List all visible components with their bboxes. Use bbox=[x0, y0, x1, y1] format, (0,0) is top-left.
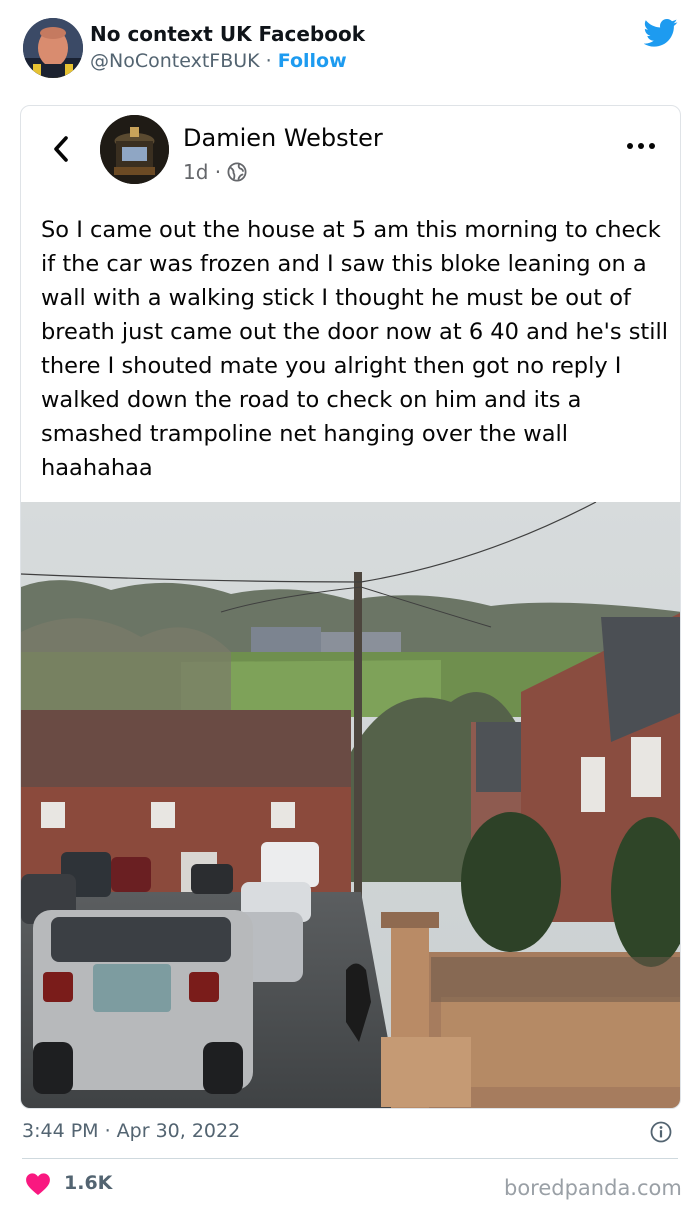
info-icon[interactable] bbox=[650, 1121, 672, 1143]
author-handle[interactable]: @NoContextFBUK bbox=[90, 50, 260, 72]
tweet-card: No context UK Facebook @NoContextFBUK · … bbox=[0, 0, 700, 1211]
follow-button[interactable]: Follow bbox=[278, 50, 347, 72]
separator: · bbox=[265, 50, 272, 72]
fb-author-avatar[interactable] bbox=[100, 115, 169, 184]
heart-icon[interactable] bbox=[25, 1172, 51, 1196]
author-avatar[interactable] bbox=[23, 18, 83, 78]
embedded-facebook-post[interactable]: Damien Webster 1d · So I came out the ho… bbox=[20, 105, 681, 1109]
twitter-bird-icon[interactable] bbox=[644, 18, 678, 48]
more-options-icon[interactable] bbox=[621, 136, 661, 156]
fb-post-text: So I came out the house at 5 am this mor… bbox=[41, 217, 669, 481]
author-name[interactable]: No context UK Facebook bbox=[90, 22, 365, 46]
fb-author-name[interactable]: Damien Webster bbox=[183, 124, 383, 152]
fb-post-photo[interactable] bbox=[21, 502, 681, 1109]
fb-post-meta: 1d · bbox=[183, 160, 247, 184]
tweet-timestamp[interactable]: 3:44 PM · Apr 30, 2022 bbox=[22, 1120, 240, 1142]
fb-post-age[interactable]: 1d · bbox=[183, 160, 221, 184]
divider bbox=[22, 1158, 678, 1159]
globe-icon bbox=[227, 162, 247, 182]
back-arrow-icon[interactable] bbox=[48, 131, 74, 167]
author-handle-row: @NoContextFBUK · Follow bbox=[90, 50, 347, 72]
source-watermark: boredpanda.com bbox=[504, 1176, 682, 1200]
like-count[interactable]: 1.6K bbox=[64, 1172, 112, 1194]
